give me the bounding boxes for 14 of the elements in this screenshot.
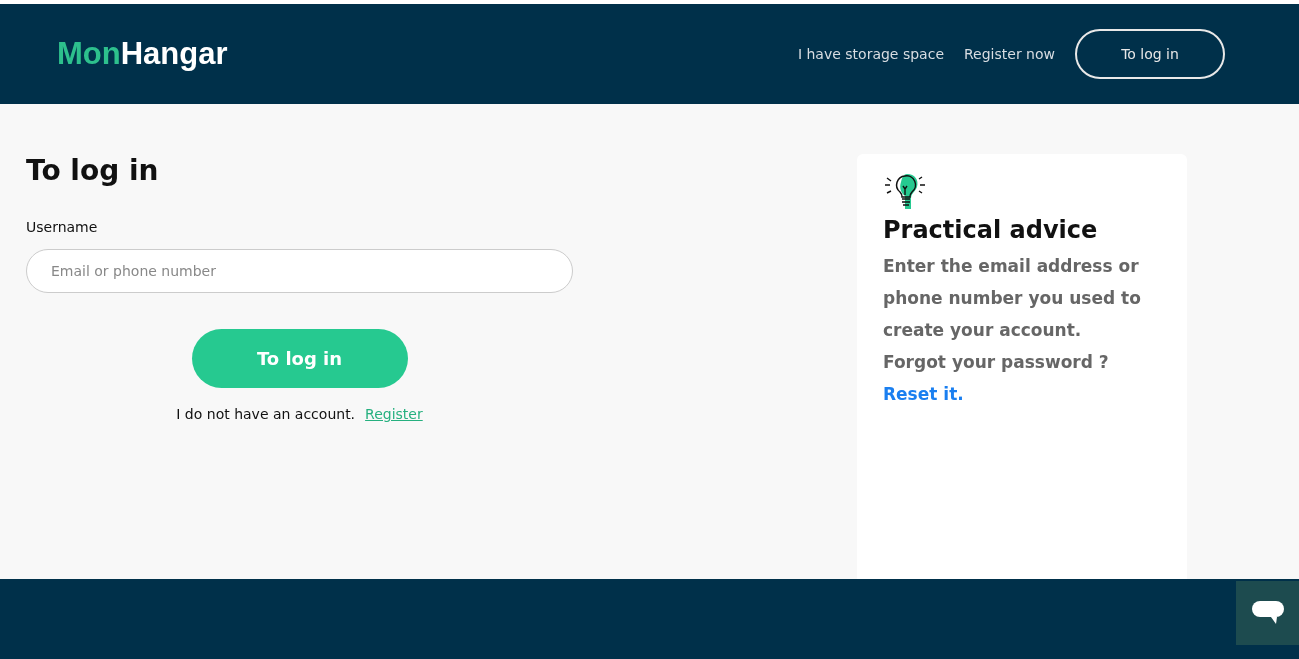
advice-text: Enter the email address or phone number you used to create your account. bbox=[883, 255, 1142, 342]
nav-link[interactable]: Register now bbox=[964, 46, 1055, 62]
chat-icon bbox=[1250, 600, 1285, 626]
page-title: To log in bbox=[26, 154, 160, 187]
login-button[interactable]: To log in bbox=[1075, 29, 1225, 79]
chat-button[interactable] bbox=[1236, 581, 1299, 645]
logo[interactable]: MonHangar bbox=[57, 36, 228, 72]
nav-link[interactable]: I have storage space bbox=[797, 46, 944, 62]
username-field[interactable]: Email or phone number bbox=[26, 249, 573, 293]
reset-link[interactable]: Reset it. bbox=[883, 378, 964, 410]
card-title: Practical advice bbox=[883, 216, 1098, 244]
field-label: Username bbox=[26, 219, 99, 235]
forgot-text: Forgot your password ? bbox=[883, 351, 1109, 374]
no-account-text: I do not have an account. bbox=[176, 406, 356, 422]
